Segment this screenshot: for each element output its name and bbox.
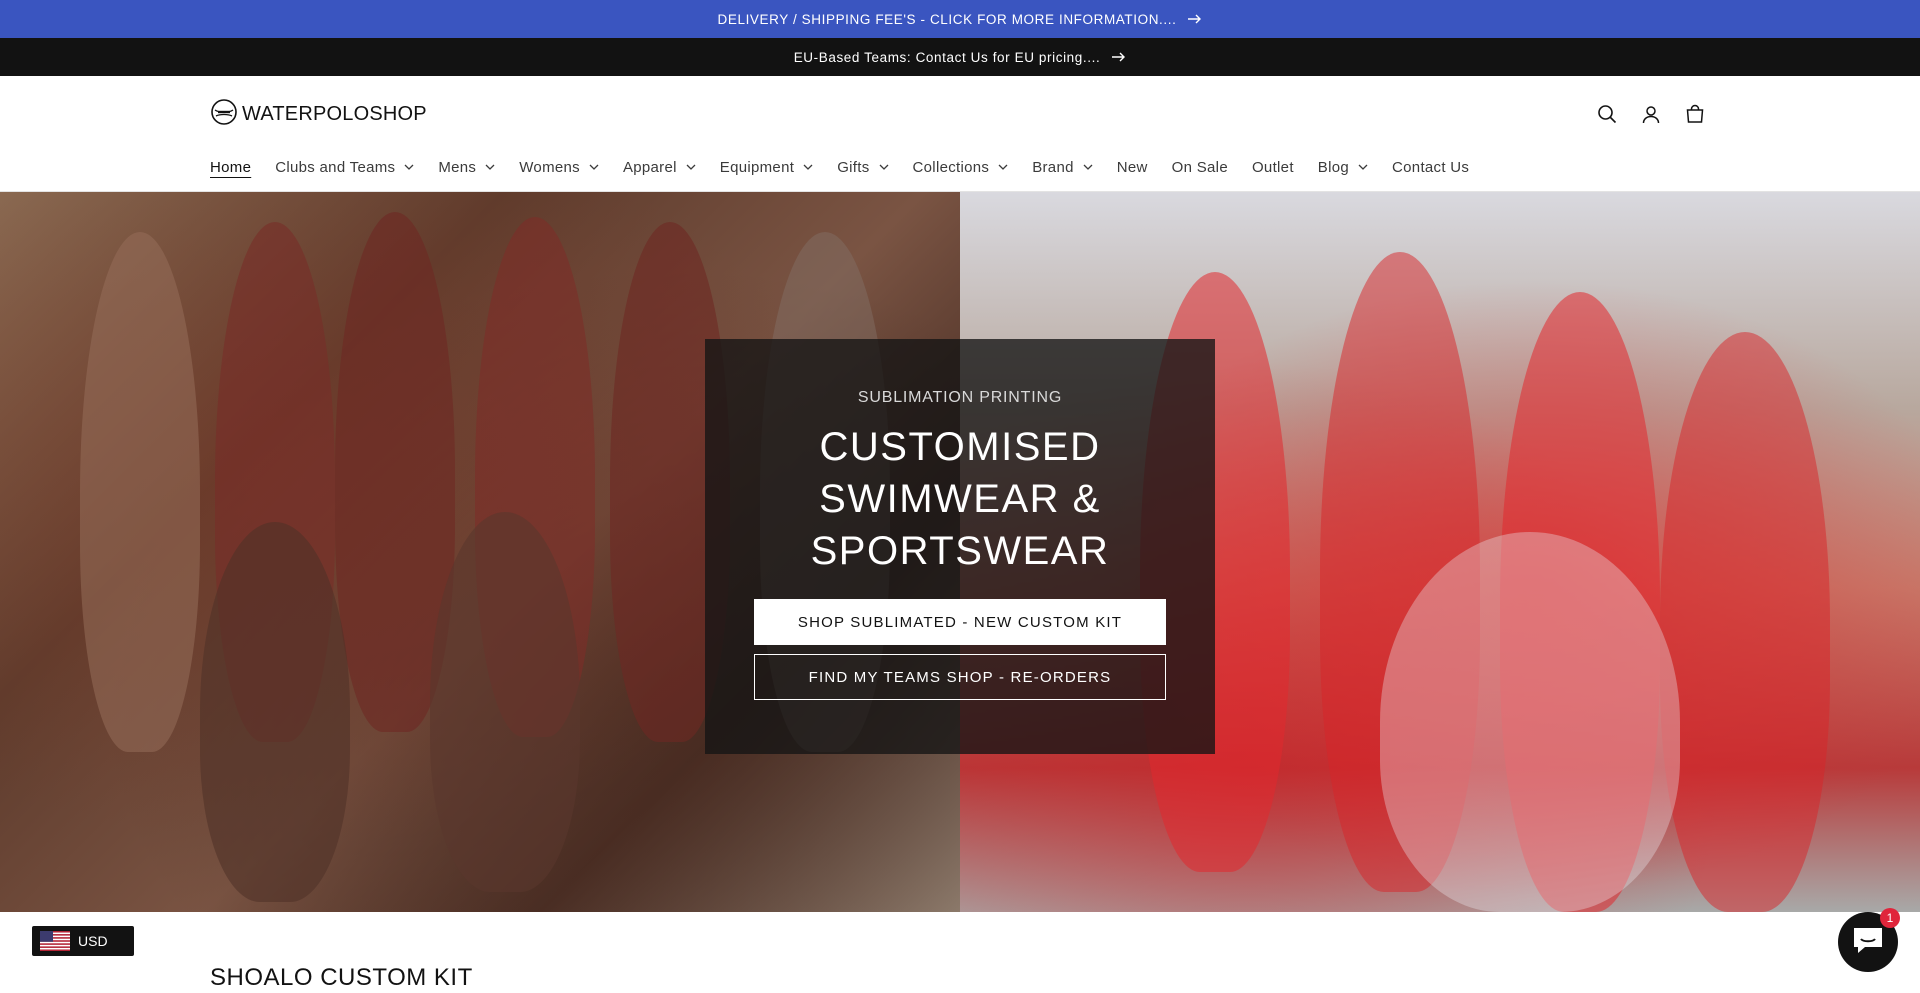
nav-item-label: Collections: [912, 158, 990, 176]
chat-bubble-icon: [1851, 924, 1885, 961]
nav-item-label: Mens: [438, 158, 477, 176]
us-flag-icon: [40, 931, 70, 951]
nav-item-home[interactable]: Home: [210, 154, 263, 180]
main-navigation: Home Clubs and Teams Mens Womens Apparel Equi…: [210, 154, 1481, 180]
nav-item-label: Brand: [1032, 158, 1074, 176]
find-team-shop-button[interactable]: FIND MY TEAMS SHOP - RE-ORDERS: [754, 654, 1166, 700]
nav-item-mens[interactable]: Mens: [426, 154, 507, 180]
logo-text: WATERPOLOSHOP: [242, 102, 427, 125]
eu-announcement-bar[interactable]: EU-Based Teams: Contact Us for EU pricin…: [0, 38, 1920, 76]
chevron-down-icon: [1358, 164, 1368, 170]
featured-section: SHOALO CUSTOM KIT: [0, 912, 1920, 993]
nav-item-blog[interactable]: Blog: [1306, 154, 1380, 180]
chevron-down-icon: [686, 164, 696, 170]
arrow-right-icon: [1188, 14, 1202, 24]
nav-item-label: Clubs and Teams: [275, 158, 396, 176]
eu-announcement-text: EU-Based Teams: Contact Us for EU pricin…: [793, 49, 1101, 65]
chat-button[interactable]: 1: [1838, 908, 1900, 972]
site-logo[interactable]: WATERPOLOSHOP: [210, 98, 427, 131]
search-icon[interactable]: [1592, 99, 1622, 129]
nav-item-on-sale[interactable]: On Sale: [1160, 154, 1240, 180]
chevron-down-icon: [589, 164, 599, 170]
account-icon[interactable]: [1636, 99, 1666, 129]
nav-item-label: New: [1116, 158, 1148, 176]
nav-item-new[interactable]: New: [1105, 154, 1160, 180]
hero-banner: SUBLIMATION PRINTING CUSTOMISED SWIMWEAR…: [0, 192, 1920, 912]
nav-item-contact-us[interactable]: Contact Us: [1380, 154, 1481, 180]
nav-item-label: Gifts: [837, 158, 870, 176]
nav-item-brand[interactable]: Brand: [1020, 154, 1105, 180]
chevron-down-icon: [879, 164, 889, 170]
arrow-right-icon: [1112, 52, 1126, 62]
nav-item-label: Blog: [1317, 158, 1350, 176]
nav-item-gifts[interactable]: Gifts: [825, 154, 900, 180]
site-header: WATERPOLOSHOP Home Clubs and Teams Mens Wom…: [0, 76, 1920, 192]
nav-item-label: Equipment: [719, 158, 795, 176]
currency-selector[interactable]: USD: [32, 926, 134, 956]
section-title: SHOALO CUSTOM KIT: [210, 964, 473, 991]
nav-item-label: Apparel: [622, 158, 677, 176]
chat-notification-badge: 1: [1880, 908, 1900, 928]
shipping-announcement-text: DELIVERY / SHIPPING FEE'S - CLICK FOR MO…: [717, 11, 1177, 27]
cart-icon[interactable]: [1680, 99, 1710, 129]
chevron-down-icon: [803, 164, 813, 170]
nav-item-apparel[interactable]: Apparel: [611, 154, 708, 180]
nav-item-label: On Sale: [1171, 158, 1228, 176]
currency-code: USD: [78, 933, 108, 949]
chevron-down-icon: [485, 164, 495, 170]
nav-item-clubs-and-teams[interactable]: Clubs and Teams: [263, 154, 426, 180]
nav-item-label: Outlet: [1251, 158, 1294, 176]
chevron-down-icon: [1083, 164, 1093, 170]
nav-item-label: Contact Us: [1392, 158, 1470, 176]
nav-item-label: Home: [210, 158, 252, 176]
nav-item-outlet[interactable]: Outlet: [1240, 154, 1306, 180]
nav-item-womens[interactable]: Womens: [507, 154, 611, 180]
hero-title: CUSTOMISED SWIMWEAR & SPORTSWEAR: [810, 425, 1110, 573]
hero-content-panel: SUBLIMATION PRINTING CUSTOMISED SWIMWEAR…: [705, 339, 1215, 754]
shop-sublimated-button[interactable]: SHOP SUBLIMATED - NEW CUSTOM KIT: [754, 599, 1166, 645]
chevron-down-icon: [404, 164, 414, 170]
nav-item-label: Womens: [519, 158, 580, 176]
nav-item-equipment[interactable]: Equipment: [708, 154, 825, 180]
chevron-down-icon: [998, 164, 1008, 170]
nav-item-collections[interactable]: Collections: [901, 154, 1021, 180]
shipping-announcement-bar[interactable]: DELIVERY / SHIPPING FEE'S - CLICK FOR MO…: [0, 0, 1920, 38]
water-polo-ball-logo-icon: [210, 98, 238, 131]
hero-subheading: SUBLIMATION PRINTING: [857, 389, 1063, 406]
